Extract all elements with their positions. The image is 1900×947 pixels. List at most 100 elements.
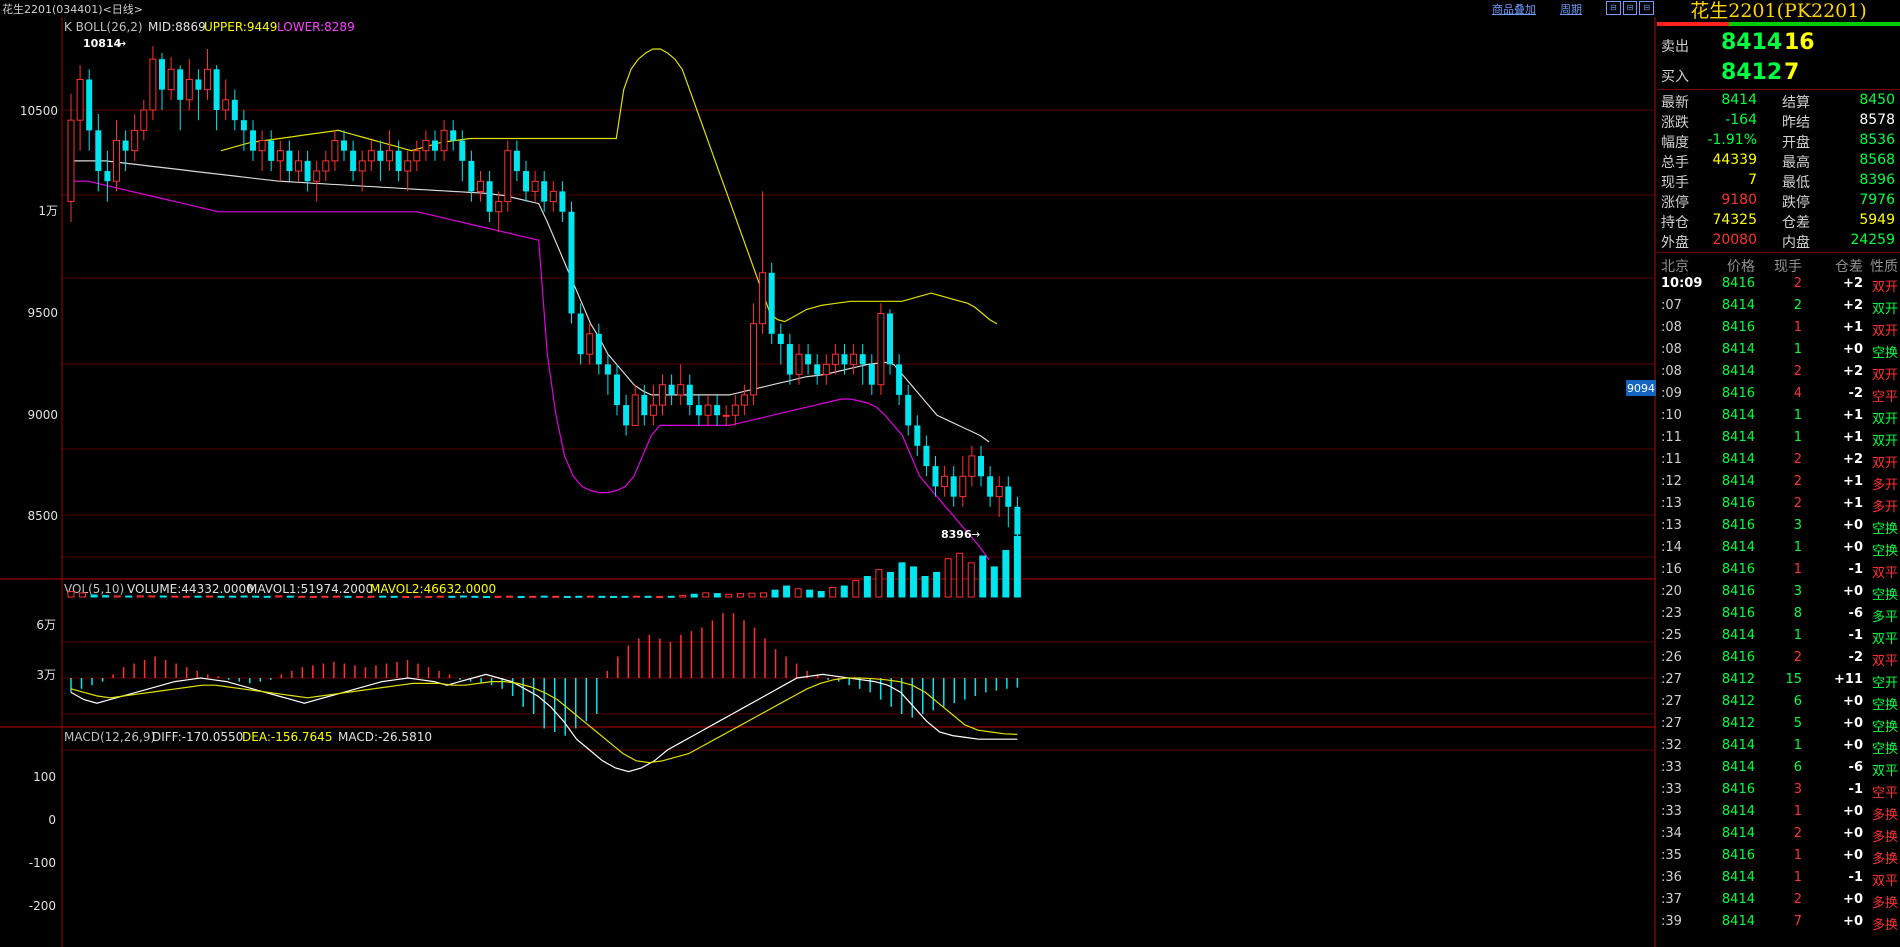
tick-row[interactable]: :11 8414 2 +2 双开	[1657, 449, 1900, 471]
volume-bar	[309, 595, 317, 598]
tick-price: 8414	[1721, 760, 1755, 775]
chart-area[interactable]: K BOLL(26,2) MID:8869 UPPER:9449 LOWER:8…	[0, 17, 1656, 947]
tick-row[interactable]: :33 8416 3 -1 空平	[1657, 779, 1900, 801]
volume-bar	[898, 562, 906, 598]
candle-body	[704, 404, 712, 416]
volume-bar	[575, 595, 583, 598]
tick-volume: 2	[1793, 826, 1802, 841]
quote-label: 幅度	[1661, 135, 1689, 151]
tick-row[interactable]: :12 8414 2 +1 多开	[1657, 471, 1900, 493]
tick-price: 8414	[1721, 892, 1755, 907]
tick-row[interactable]: :11 8414 1 +1 双开	[1657, 427, 1900, 449]
tick-row[interactable]: :26 8416 2 -2 双平	[1657, 647, 1900, 669]
candle-body	[795, 353, 803, 376]
candle-body	[577, 313, 584, 355]
tick-row[interactable]: :09 8416 4 -2 空平	[1657, 383, 1900, 405]
tick-row[interactable]: :27 8412 5 +0 空换	[1657, 713, 1900, 735]
tick-row[interactable]: :07 8414 2 +2 双开	[1657, 295, 1900, 317]
quote-value: 20080	[1712, 232, 1757, 248]
candle-body	[759, 272, 767, 325]
tick-row[interactable]: :08 8416 1 +1 双开	[1657, 317, 1900, 339]
volume-bar	[759, 592, 767, 598]
tick-row[interactable]: :14 8414 1 +0 空换	[1657, 537, 1900, 559]
nav-left-icon[interactable]: ⊟	[1606, 1, 1621, 15]
nav-middle-icon[interactable]: ⊟	[1622, 1, 1638, 15]
tick-row[interactable]: :13 8416 3 +0 空换	[1657, 515, 1900, 537]
tick-row[interactable]: :35 8416 1 +0 多换	[1657, 845, 1900, 867]
tick-row[interactable]: :27 8412 6 +0 空换	[1657, 691, 1900, 713]
sell-order-row[interactable]: 卖出 8414 16	[1657, 28, 1900, 58]
tick-row[interactable]: :10 8414 1 +1 双开	[1657, 405, 1900, 427]
candle-body	[631, 394, 639, 426]
tick-price: 8414	[1721, 540, 1755, 555]
tick-row[interactable]: :20 8416 3 +0 空换	[1657, 581, 1900, 603]
tick-type: 双平	[1871, 566, 1898, 581]
candle-body	[422, 140, 430, 152]
tick-price: 8416	[1721, 320, 1755, 335]
tick-row[interactable]: :13 8416 2 +1 多开	[1657, 493, 1900, 515]
boll-indicator-label: K BOLL(26,2)	[64, 20, 143, 34]
tick-volume: 3	[1793, 584, 1802, 599]
tick-row[interactable]: :36 8414 1 -1 双平	[1657, 867, 1900, 889]
volume-bar	[529, 595, 537, 598]
quote-label: 总手	[1661, 155, 1689, 171]
candle-body	[149, 58, 157, 111]
tick-row[interactable]: :32 8414 1 +0 空换	[1657, 735, 1900, 757]
tick-volume: 4	[1793, 386, 1802, 401]
nav-right-icon[interactable]: ⊟	[1639, 1, 1655, 15]
candle-body	[923, 445, 930, 467]
macd-tick-0: 0	[48, 813, 56, 827]
tick-row[interactable]: :27 8412 15 +11 空开	[1657, 669, 1900, 691]
quote-value: 8568	[1859, 152, 1895, 168]
tick-volume: 15	[1785, 672, 1802, 687]
candle-body	[677, 384, 685, 396]
tick-price: 8414	[1721, 474, 1755, 489]
candle-body	[322, 160, 330, 172]
candle-body	[887, 313, 893, 365]
tick-row[interactable]: :37 8414 2 +0 多换	[1657, 889, 1900, 911]
tick-row[interactable]: :25 8414 1 -1 双平	[1657, 625, 1900, 647]
candle-body	[805, 354, 812, 365]
volume-bar	[171, 595, 179, 598]
tick-volume: 1	[1793, 562, 1802, 577]
tick-row[interactable]: 10:09 8416 2 +2 双开	[1657, 273, 1900, 295]
tick-time: :33	[1661, 782, 1682, 797]
macd-tick-minus200: -200	[29, 899, 56, 913]
tick-oi-change: -1	[1848, 870, 1863, 885]
y-tick-8500: 8500	[27, 509, 58, 523]
tick-oi-change: +1	[1843, 496, 1863, 511]
candle-body	[367, 150, 375, 162]
macd-tick-minus100: -100	[29, 856, 56, 870]
candle-body	[477, 180, 484, 192]
tick-price: 8414	[1721, 364, 1755, 379]
volume-bar	[979, 555, 987, 598]
candle-body	[623, 405, 630, 426]
quote-value: 74325	[1712, 212, 1757, 228]
tick-oi-change: -1	[1848, 628, 1863, 643]
tick-price: 8416	[1721, 562, 1755, 577]
tick-price: 8414	[1721, 804, 1755, 819]
tick-row[interactable]: :08 8414 2 +2 双开	[1657, 361, 1900, 383]
period-button[interactable]: 周期	[1560, 1, 1582, 17]
tick-type: 双开	[1871, 302, 1898, 317]
volume-bar	[944, 558, 952, 598]
tick-row[interactable]: :08 8414 1 +0 空换	[1657, 339, 1900, 361]
tick-row[interactable]: :33 8414 6 -6 双平	[1657, 757, 1900, 779]
tick-row[interactable]: :16 8416 1 -1 双平	[1657, 559, 1900, 581]
tick-type: 空换	[1871, 720, 1898, 735]
candle-body	[786, 344, 793, 375]
candle-body	[86, 79, 93, 131]
tick-volume: 1	[1793, 408, 1802, 423]
buy-order-row[interactable]: 买入 8412 7	[1657, 58, 1900, 88]
volume-bar	[413, 595, 421, 598]
volume-bar	[482, 595, 490, 598]
tick-price: 8412	[1721, 694, 1755, 709]
overlay-button[interactable]: 商品叠加	[1492, 1, 1536, 17]
tick-row[interactable]: :34 8414 2 +0 多换	[1657, 823, 1900, 845]
tick-row[interactable]: :39 8414 7 +0 多换	[1657, 911, 1900, 933]
volume-bar	[736, 593, 744, 598]
tick-row[interactable]: :23 8416 8 -6 多平	[1657, 603, 1900, 625]
quote-label: 跌停	[1782, 195, 1810, 211]
tick-row[interactable]: :33 8414 1 +0 多换	[1657, 801, 1900, 823]
candle-body	[523, 171, 529, 192]
